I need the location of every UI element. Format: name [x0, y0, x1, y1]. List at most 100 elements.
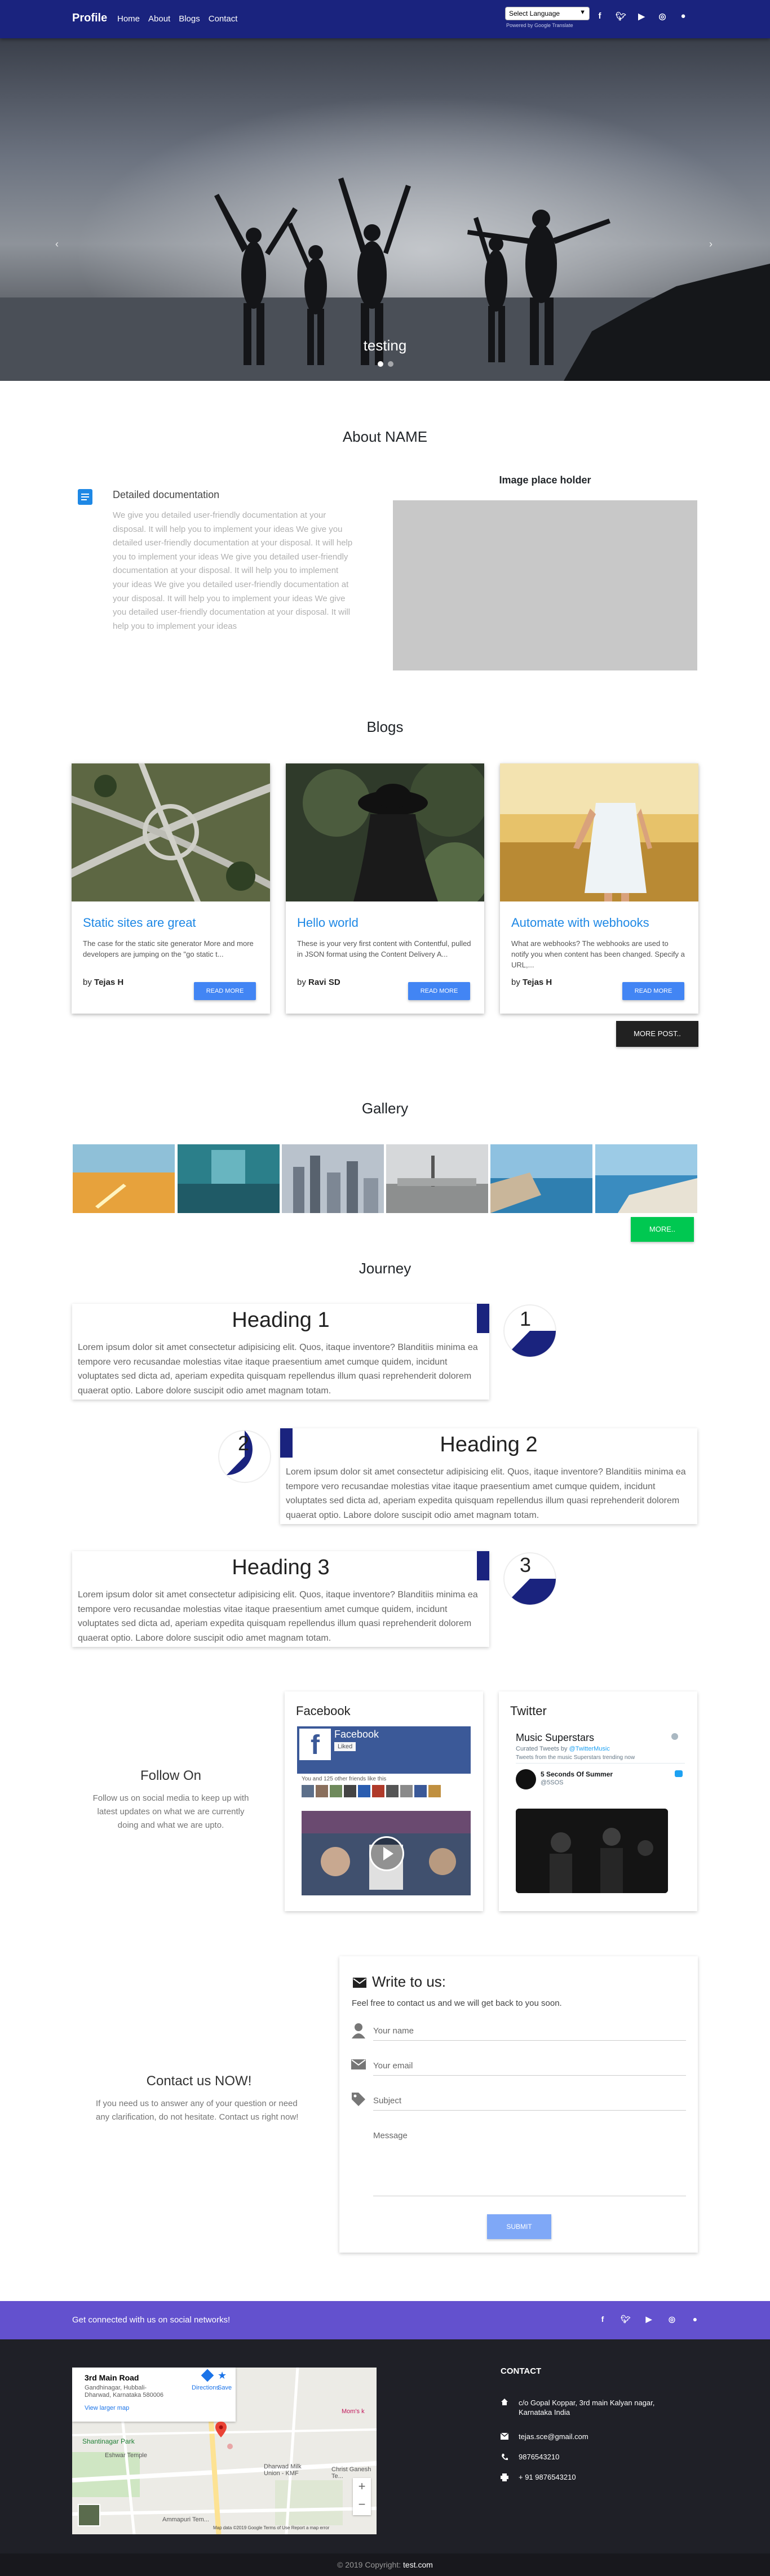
google-map[interactable]: 3rd Main Road Gandhinagar, Hubbali-Dharw…	[72, 2368, 377, 2534]
instagram-icon[interactable]: ◎	[667, 2315, 677, 2324]
zoom-out-icon[interactable]: −	[353, 2497, 371, 2512]
blog-image	[72, 763, 270, 901]
map-pin-icon[interactable]	[215, 2422, 227, 2437]
journey-title: Journey	[359, 1260, 411, 1277]
pencil-icon	[351, 2128, 366, 2143]
nav-link-about[interactable]: About	[148, 14, 170, 24]
twitter-avatar[interactable]	[516, 1769, 536, 1789]
read-more-button[interactable]: READ MORE	[194, 982, 256, 1000]
brand-logo[interactable]: Profile	[72, 12, 107, 25]
facebook-icon[interactable]: f	[598, 2315, 608, 2324]
blog-author-line: by Tejas H	[511, 978, 552, 987]
map-label-moms: Mom's k	[342, 2408, 365, 2415]
twitter-account-name[interactable]: 5 Seconds Of Summer	[541, 1770, 613, 1778]
journey-number: 1	[519, 1307, 532, 1330]
map-info-panel: 3rd Main Road Gandhinagar, Hubbali-Dharw…	[72, 2368, 236, 2422]
blog-by-label: by	[83, 978, 95, 987]
journey-text: Lorem ipsum dolor sit amet consectetur a…	[286, 1467, 686, 1520]
directions-icon[interactable]	[201, 2369, 214, 2382]
blog-title[interactable]: Automate with webhooks	[511, 916, 649, 930]
copyright-bar: © 2019 Copyright: test.com	[0, 2553, 770, 2576]
gallery-image[interactable]	[490, 1144, 592, 1213]
github-icon[interactable]: ●	[690, 2315, 700, 2324]
facebook-page-header[interactable]: f Facebook Liked	[297, 1726, 471, 1774]
gallery-image[interactable]	[73, 1144, 175, 1213]
twitter-icon[interactable]: 🐦︎	[621, 2315, 631, 2324]
submit-button[interactable]: SUBMIT	[487, 2214, 551, 2239]
map-zoom-control: + −	[353, 2478, 371, 2515]
gallery-more-button[interactable]: MORE..	[631, 1217, 694, 1242]
blog-image	[500, 763, 698, 901]
subject-input[interactable]: Subject	[373, 2090, 686, 2111]
journey-card: Heading 1 Lorem ipsum dolor sit amet con…	[72, 1304, 489, 1400]
blogs-title: Blogs	[366, 718, 404, 735]
copyright-link[interactable]: test.com	[403, 2560, 433, 2569]
copyright-text: © 2019 Copyright:	[337, 2560, 404, 2569]
footer-email[interactable]: tejas.sce@gmail.com	[519, 2432, 588, 2441]
gallery-image[interactable]	[282, 1144, 384, 1213]
blog-title[interactable]: Static sites are great	[83, 916, 196, 930]
journey-accent	[477, 1551, 489, 1580]
instagram-icon[interactable]: ◎	[657, 11, 667, 21]
image-placeholder	[393, 500, 697, 670]
message-textarea[interactable]: Message	[373, 2125, 686, 2196]
name-input[interactable]: Your name	[373, 2020, 686, 2041]
nav-link-home[interactable]: Home	[117, 14, 140, 24]
facebook-liked-button[interactable]: Liked	[334, 1742, 356, 1751]
blog-card: Hello world These is your very first con…	[286, 763, 484, 1014]
zoom-in-icon[interactable]: +	[353, 2479, 371, 2494]
language-select[interactable]: Select Language ▼	[505, 7, 590, 20]
map-save[interactable]: Save	[218, 2384, 232, 2391]
map-label-park: Shantinagar Park	[82, 2437, 135, 2445]
read-more-button[interactable]: READ MORE	[622, 982, 684, 1000]
envelope-icon	[501, 2433, 508, 2440]
map-larger-link[interactable]: View larger map	[85, 2405, 129, 2411]
github-icon[interactable]: ●	[678, 11, 688, 21]
hero-carousel: ‹ ›	[0, 38, 770, 381]
tag-icon	[351, 2091, 366, 2107]
hero-image	[0, 38, 770, 381]
carousel-prev-icon[interactable]: ‹	[55, 238, 59, 250]
youtube-icon[interactable]: ▶	[636, 11, 647, 21]
more-posts-button[interactable]: MORE POST..	[616, 1021, 698, 1047]
gallery-image[interactable]	[386, 1144, 488, 1213]
facebook-logo-icon: f	[299, 1729, 331, 1760]
map-satellite-thumb[interactable]	[78, 2504, 100, 2526]
email-input[interactable]: Your email	[373, 2055, 686, 2076]
journey-accent	[477, 1304, 489, 1333]
journey-card: Heading 3 Lorem ipsum dolor sit amet con…	[72, 1551, 489, 1647]
twitter-curator[interactable]: @TwitterMusic	[569, 1746, 610, 1752]
facebook-friends	[302, 1785, 441, 1797]
twitter-media[interactable]	[516, 1809, 668, 1893]
nav-links: Home About Blogs Contact	[117, 14, 237, 24]
carousel-next-icon[interactable]: ›	[709, 238, 713, 250]
chevron-down-icon: ▼	[579, 9, 586, 16]
powered-by-label: Powered by Google Translate	[506, 23, 573, 28]
youtube-icon[interactable]: ▶	[644, 2315, 654, 2324]
carousel-dot[interactable]	[388, 361, 393, 367]
twitter-icon[interactable]: 🐦︎	[616, 11, 626, 21]
twitter-list-name[interactable]: Music Superstars	[516, 1732, 594, 1744]
twitter-card: Twitter Music Superstars Curated Tweets …	[499, 1691, 697, 1911]
nav-link-contact[interactable]: Contact	[209, 14, 238, 24]
facebook-likes-text: You and 125 other friends like this	[302, 1776, 387, 1782]
nav-link-blogs[interactable]: Blogs	[179, 14, 200, 24]
gallery-image[interactable]	[595, 1144, 697, 1213]
journey-accent	[280, 1428, 293, 1458]
facebook-icon[interactable]: f	[595, 11, 605, 21]
twitter-info-icon[interactable]	[671, 1733, 678, 1740]
envelope-icon	[353, 1978, 366, 1988]
blog-title[interactable]: Hello world	[297, 916, 359, 930]
play-icon[interactable]	[369, 1836, 404, 1871]
star-icon[interactable]: ★	[218, 2370, 227, 2382]
journey-number: 3	[519, 1553, 532, 1576]
follow-title: Follow On	[140, 1768, 202, 1783]
footer-contact-title: CONTACT	[501, 2366, 542, 2376]
social-bar-text: Get connected with us on social networks…	[72, 2315, 231, 2325]
gallery-image[interactable]	[178, 1144, 280, 1213]
read-more-button[interactable]: READ MORE	[408, 982, 470, 1000]
carousel-dot[interactable]	[378, 361, 383, 367]
facebook-video[interactable]	[302, 1811, 471, 1895]
journey-heading: Heading 3	[232, 1556, 330, 1579]
map-directions[interactable]: Directions	[192, 2384, 219, 2391]
